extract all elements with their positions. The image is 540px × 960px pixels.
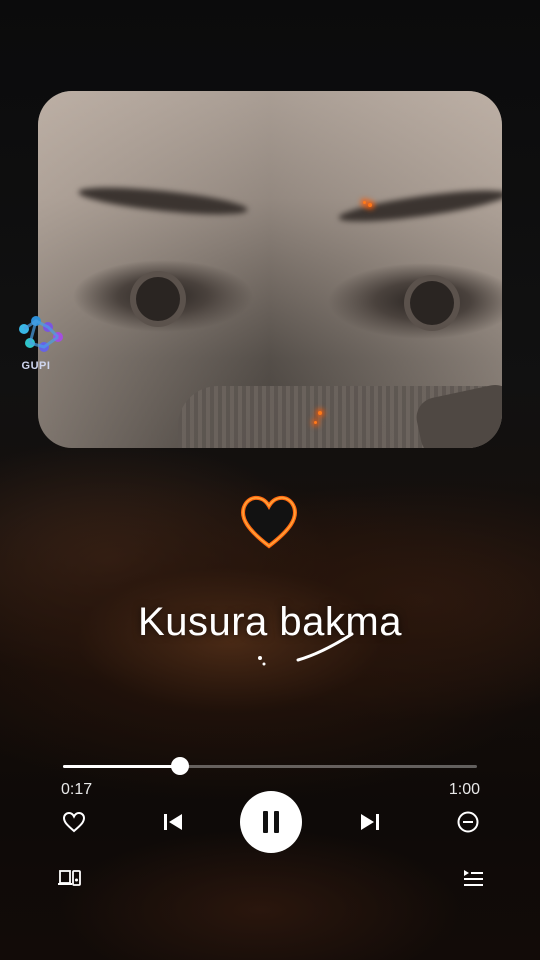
album-art-detail [368, 203, 372, 207]
current-time: 0:17 [61, 781, 93, 798]
progress-thumb[interactable] [171, 757, 190, 775]
connect-device-icon[interactable] [57, 866, 83, 890]
album-art [38, 91, 502, 448]
album-art-detail [136, 277, 180, 321]
progress-bar[interactable] [63, 757, 477, 775]
skip-previous-icon[interactable] [160, 809, 186, 835]
album-art-detail [318, 411, 322, 415]
gupi-logo-text: GUPI [21, 360, 51, 372]
fire-heart-icon [238, 492, 300, 550]
minus-circle-icon[interactable] [455, 809, 481, 835]
album-art-detail [410, 281, 454, 325]
progress-fill [63, 765, 181, 768]
pause-icon [274, 811, 279, 833]
heart-icon[interactable] [60, 808, 88, 836]
gupi-logo: GUPI [14, 313, 66, 375]
skip-next-icon[interactable] [357, 809, 383, 835]
total-time: 1:00 [448, 781, 480, 798]
decorative-swoosh [258, 632, 354, 666]
pause-button[interactable] [240, 791, 302, 853]
queue-icon[interactable] [460, 866, 486, 890]
album-art-detail [314, 421, 317, 424]
album-art-detail [363, 201, 366, 204]
pause-icon [263, 811, 268, 833]
